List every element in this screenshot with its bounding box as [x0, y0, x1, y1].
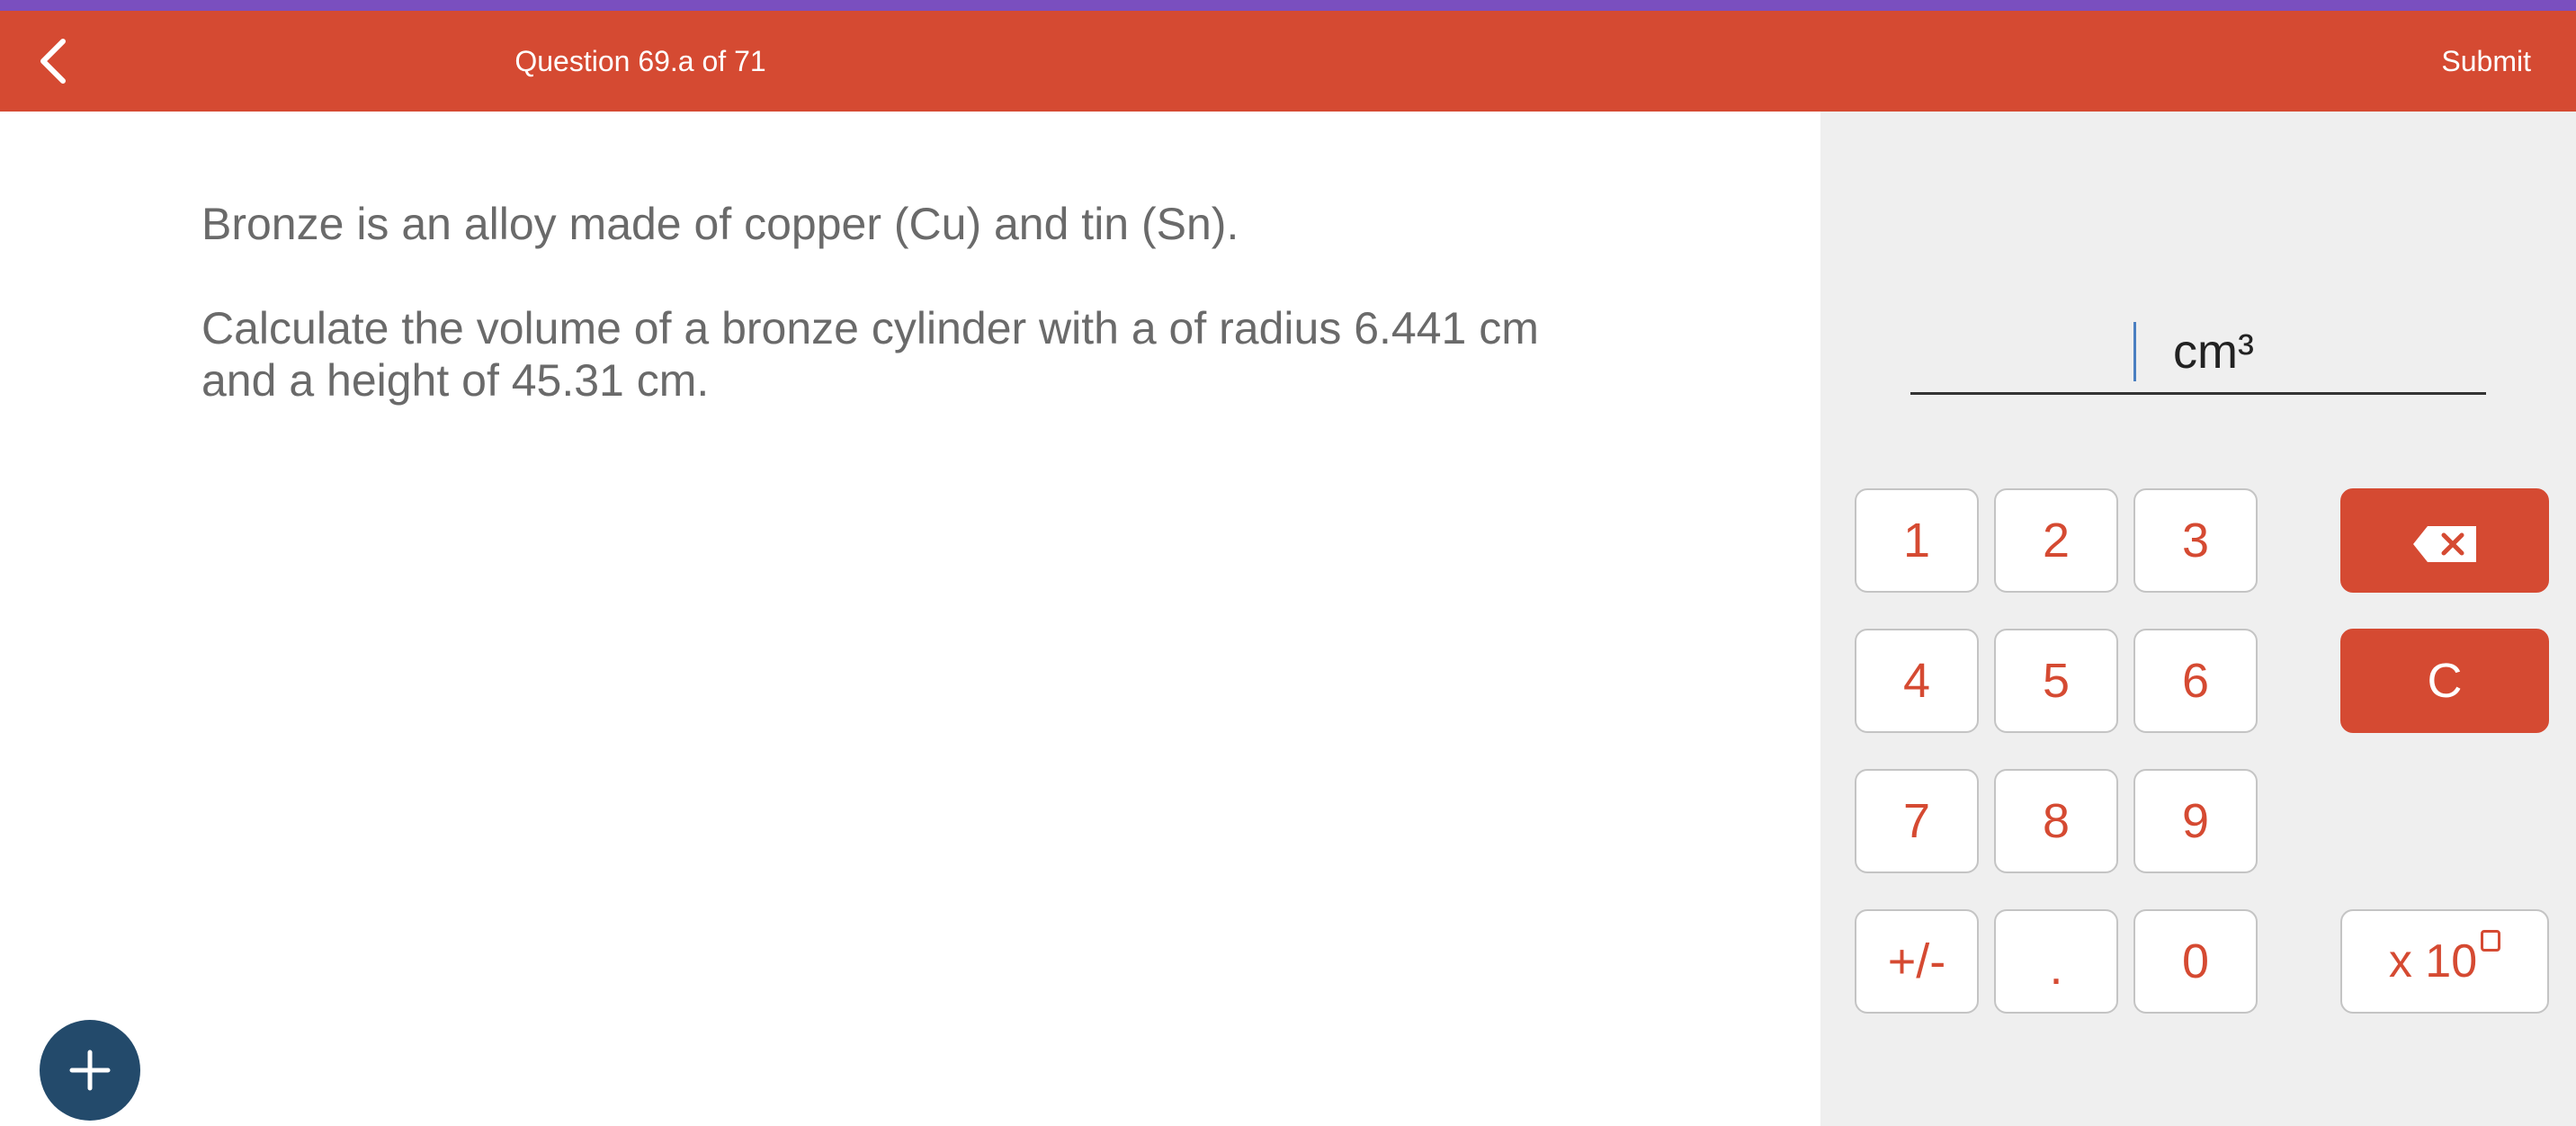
submit-button[interactable]: Submit — [2441, 11, 2531, 112]
key-5[interactable]: 5 — [1994, 629, 2118, 733]
key-7[interactable]: 7 — [1855, 769, 1979, 873]
top-accent-strip — [0, 0, 2576, 11]
key-9[interactable]: 9 — [2133, 769, 2258, 873]
exponent-placeholder-icon — [2481, 930, 2501, 952]
add-button[interactable] — [40, 1020, 140, 1121]
question-counter: Question 69.a of 71 — [0, 11, 2576, 112]
exponent-button[interactable]: x 10 — [2340, 909, 2549, 1014]
clear-button[interactable]: C — [2340, 629, 2549, 733]
text-cursor — [2133, 322, 2136, 381]
key-2[interactable]: 2 — [1994, 488, 2118, 593]
key-1[interactable]: 1 — [1855, 488, 1979, 593]
decimal-point-button[interactable]: . — [1994, 909, 2118, 1014]
answer-input[interactable] — [1910, 392, 2486, 395]
key-3[interactable]: 3 — [2133, 488, 2258, 593]
question-intro: Bronze is an alloy made of copper (Cu) a… — [201, 199, 1239, 249]
question-counter-text: Question 69.a of 71 — [514, 45, 766, 77]
chevron-left-icon — [40, 39, 66, 84]
answer-unit: cm³ — [2173, 325, 2254, 379]
question-text: Bronze is an alloy made of copper (Cu) a… — [201, 198, 1605, 407]
plus-icon — [69, 1050, 111, 1091]
sign-toggle-button[interactable]: +/- — [1855, 909, 1979, 1014]
key-8[interactable]: 8 — [1994, 769, 2118, 873]
question-prompt: Calculate the volume of a bronze cylinde… — [201, 303, 1539, 406]
key-0[interactable]: 0 — [2133, 909, 2258, 1014]
key-4[interactable]: 4 — [1855, 629, 1979, 733]
back-button[interactable] — [25, 32, 83, 90]
key-6[interactable]: 6 — [2133, 629, 2258, 733]
header-bar: Question 69.a of 71 Submit — [0, 11, 2576, 112]
exponent-label: x 10 — [2388, 935, 2478, 987]
backspace-button[interactable] — [2340, 488, 2549, 593]
backspace-icon — [2413, 526, 2476, 562]
